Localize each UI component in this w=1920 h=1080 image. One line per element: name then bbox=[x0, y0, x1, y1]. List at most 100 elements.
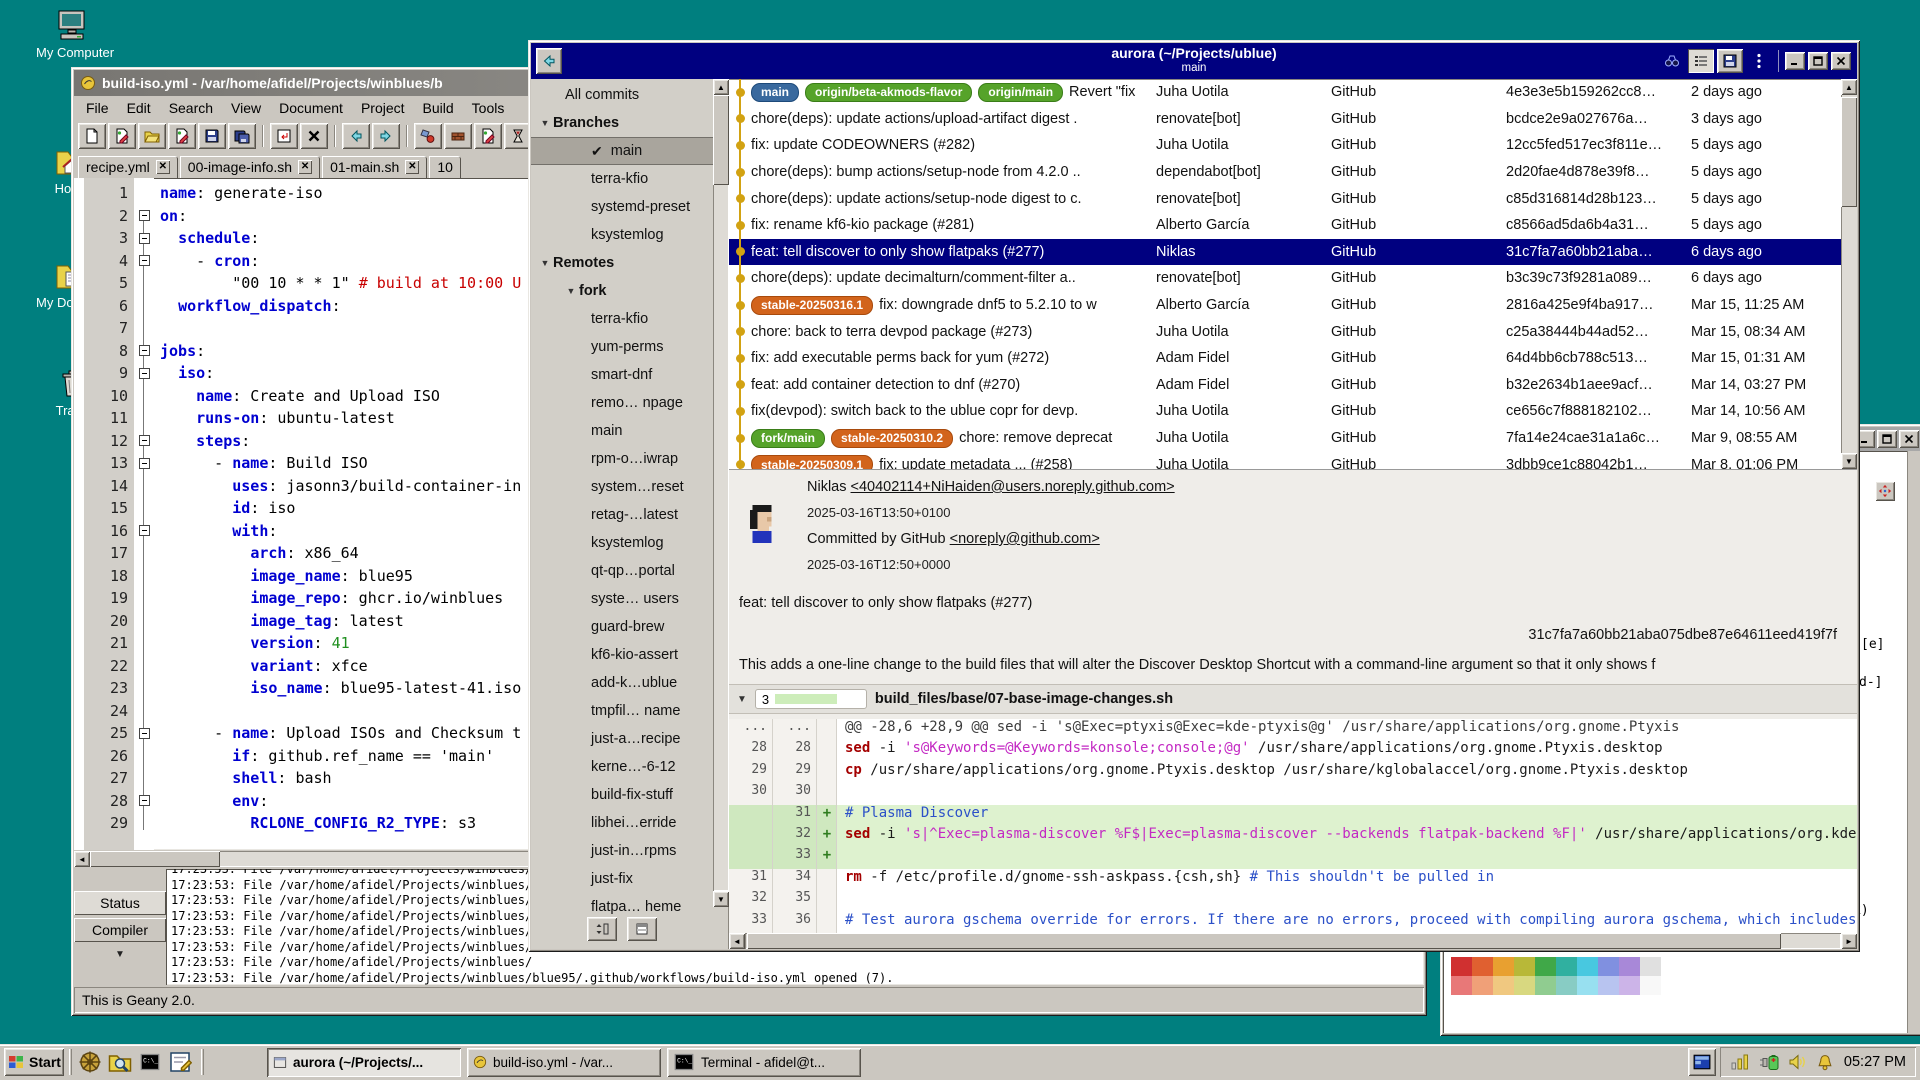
build-button[interactable] bbox=[444, 123, 472, 149]
commit-row[interactable]: fix: update CODEOWNERS (#282)Juha Uotila… bbox=[729, 132, 1841, 159]
desktop-icon-computer[interactable]: My Computer bbox=[36, 8, 108, 60]
commit-row[interactable]: chore(deps): update actions/upload-artif… bbox=[729, 106, 1841, 133]
sidebar-item-build-fix-stuff[interactable]: build-fix-stuff bbox=[531, 781, 713, 809]
volume-icon[interactable] bbox=[1788, 1054, 1808, 1070]
minimize-icon[interactable] bbox=[1785, 52, 1805, 70]
sidebar-item-just-in-rpms[interactable]: just-in…rpms bbox=[531, 837, 713, 865]
show-desktop-button[interactable] bbox=[1688, 1048, 1716, 1076]
task-button[interactable]: build-iso.yml - /var... bbox=[467, 1048, 661, 1077]
tab-10[interactable]: 10 bbox=[429, 156, 461, 178]
message-tab-compiler[interactable]: Compiler bbox=[74, 918, 166, 942]
edit-doc-button[interactable] bbox=[474, 123, 502, 149]
commit-row[interactable]: stable-20250316.1fix: downgrade dnf5 to … bbox=[729, 292, 1841, 319]
sidebar-item-system-reset[interactable]: system…reset bbox=[531, 473, 713, 501]
commit-row[interactable]: chore(deps): bump actions/setup-node fro… bbox=[729, 159, 1841, 186]
save-all-button[interactable] bbox=[228, 123, 256, 149]
save-patch-icon[interactable] bbox=[1717, 49, 1743, 73]
edit-doc-button[interactable] bbox=[168, 123, 196, 149]
sidebar-item-just-fix[interactable]: just-fix bbox=[531, 865, 713, 893]
search-icon[interactable] bbox=[1659, 49, 1685, 73]
sidebar-item-yum-perms[interactable]: yum-perms bbox=[531, 333, 713, 361]
close-icon[interactable] bbox=[1899, 430, 1919, 448]
nav-forward-button[interactable] bbox=[372, 123, 400, 149]
gitg-titlebar[interactable]: aurora (~/Projects/ublue) main bbox=[531, 43, 1857, 79]
sidebar-item-libhei-erride[interactable]: libhei…erride bbox=[531, 809, 713, 837]
battery-icon[interactable] bbox=[1758, 1054, 1780, 1071]
app-menu-launcher[interactable] bbox=[77, 1049, 103, 1075]
commit-list-toggle-icon[interactable] bbox=[1688, 49, 1714, 73]
tab-recipe.yml[interactable]: recipe.yml✕ bbox=[78, 156, 178, 178]
scroll-down-icon[interactable]: ▼ bbox=[713, 891, 729, 907]
maximize-icon[interactable] bbox=[1808, 52, 1828, 70]
sidebar-item-main[interactable]: ✔main bbox=[531, 137, 713, 165]
author-email[interactable]: <40402114+NiHaiden@users.noreply.github.… bbox=[851, 479, 1175, 495]
menu-edit[interactable]: Edit bbox=[119, 98, 159, 118]
tab-00-image-info.sh[interactable]: 00-image-info.sh✕ bbox=[180, 156, 320, 178]
commit-row[interactable]: chore(deps): update decimalturn/comment-… bbox=[729, 265, 1841, 292]
commit-row[interactable]: stable-20250309.1fix: update metadata ..… bbox=[729, 451, 1841, 469]
sidebar-item-terra-kfio[interactable]: terra-kfio bbox=[531, 165, 713, 193]
menu-project[interactable]: Project bbox=[353, 98, 413, 118]
fold-collapse-icon[interactable] bbox=[139, 795, 150, 806]
committer-email[interactable]: <noreply@github.com> bbox=[950, 531, 1100, 547]
commit-row[interactable]: chore(deps): update actions/setup-node d… bbox=[729, 185, 1841, 212]
network-signal-icon[interactable] bbox=[1730, 1054, 1750, 1070]
chevron-down-icon[interactable]: ▼ bbox=[74, 949, 166, 960]
scroll-up-icon[interactable]: ▲ bbox=[713, 79, 729, 95]
commit-row[interactable]: fork/mainstable-20250310.2chore: remove … bbox=[729, 425, 1841, 452]
close-icon[interactable] bbox=[1831, 52, 1851, 70]
sidebar-scrollbar[interactable]: ▲ ▼ bbox=[713, 79, 729, 907]
open-folder-button[interactable] bbox=[138, 123, 166, 149]
fold-collapse-icon[interactable] bbox=[139, 435, 150, 446]
scroll-right-icon[interactable]: ► bbox=[1841, 933, 1857, 949]
sidebar-item-retag-latest[interactable]: retag-…latest bbox=[531, 501, 713, 529]
tab-close-icon[interactable]: ✕ bbox=[298, 160, 312, 174]
terminal-launcher[interactable]: C:\_ bbox=[137, 1049, 163, 1075]
sidebar-item-guard-brew[interactable]: guard-brew bbox=[531, 613, 713, 641]
tab-01-main.sh[interactable]: 01-main.sh✕ bbox=[322, 156, 427, 178]
fold-collapse-icon[interactable] bbox=[139, 525, 150, 536]
menu-view[interactable]: View bbox=[223, 98, 269, 118]
diff-view[interactable]: ......@@ -28,6 +28,9 @@ sed -i 's@Exec=p… bbox=[729, 719, 1857, 933]
sidebar-item-remotes[interactable]: ▼Remotes bbox=[531, 249, 713, 277]
nav-back-button[interactable] bbox=[342, 123, 370, 149]
menu-build[interactable]: Build bbox=[415, 98, 462, 118]
sidebar-item-ksystemlog[interactable]: ksystemlog bbox=[531, 221, 713, 249]
sidebar-item-branches[interactable]: ▼Branches bbox=[531, 109, 713, 137]
file-search-launcher[interactable] bbox=[107, 1049, 133, 1075]
sidebar-item-all-commits[interactable]: All commits bbox=[531, 81, 713, 109]
sidebar-item-just-a-recipe[interactable]: just-a…recipe bbox=[531, 725, 713, 753]
sidebar-item-main[interactable]: main bbox=[531, 417, 713, 445]
expand-all-button[interactable] bbox=[587, 917, 617, 941]
new-file-button[interactable] bbox=[78, 123, 106, 149]
commit-row[interactable]: mainorigin/beta-akmods-flavororigin/main… bbox=[729, 79, 1841, 106]
menu-search[interactable]: Search bbox=[161, 98, 221, 118]
task-button[interactable]: C:\_Terminal - afidel@t... bbox=[667, 1048, 861, 1077]
start-button[interactable]: Start bbox=[4, 1048, 64, 1076]
scroll-down-icon[interactable]: ▼ bbox=[1841, 453, 1857, 469]
scroll-left-icon[interactable]: ◄ bbox=[74, 851, 90, 867]
hscroll-thumb[interactable] bbox=[90, 851, 220, 867]
notifications-bell-icon[interactable] bbox=[1816, 1054, 1834, 1071]
fold-collapse-icon[interactable] bbox=[139, 233, 150, 244]
sidebar-item-kerne-6-12[interactable]: kerne…-6-12 bbox=[531, 753, 713, 781]
close-doc-button[interactable] bbox=[300, 123, 328, 149]
text-editor-launcher[interactable] bbox=[167, 1049, 193, 1075]
sidebar-item-remo-npage[interactable]: remo… npage bbox=[531, 389, 713, 417]
sidebar-item-kf6-kio-assert[interactable]: kf6-kio-assert bbox=[531, 641, 713, 669]
sidebar-item-systemd-preset[interactable]: systemd-preset bbox=[531, 193, 713, 221]
menu-document[interactable]: Document bbox=[271, 98, 351, 118]
scroll-left-icon[interactable]: ◄ bbox=[729, 933, 745, 949]
commit-row[interactable]: fix: rename kf6-kio package (#281)Albert… bbox=[729, 212, 1841, 239]
diff-hscrollbar[interactable]: ◄ ► bbox=[729, 933, 1857, 949]
diff-file-header[interactable]: ▼ 3 build_files/base/07-base-image-chang… bbox=[729, 684, 1857, 714]
menu-tools[interactable]: Tools bbox=[464, 98, 513, 118]
fold-collapse-icon[interactable] bbox=[139, 368, 150, 379]
back-button[interactable] bbox=[536, 48, 562, 74]
sidebar-item-smart-dnf[interactable]: smart-dnf bbox=[531, 361, 713, 389]
commit-row[interactable]: feat: add container detection to dnf (#2… bbox=[729, 372, 1841, 399]
chevron-down-icon[interactable]: ▼ bbox=[565, 286, 577, 296]
terminal-scrollbar[interactable] bbox=[1907, 451, 1920, 1033]
move-arrows-icon[interactable] bbox=[1875, 481, 1895, 501]
layout-toggle-button[interactable] bbox=[627, 917, 657, 941]
